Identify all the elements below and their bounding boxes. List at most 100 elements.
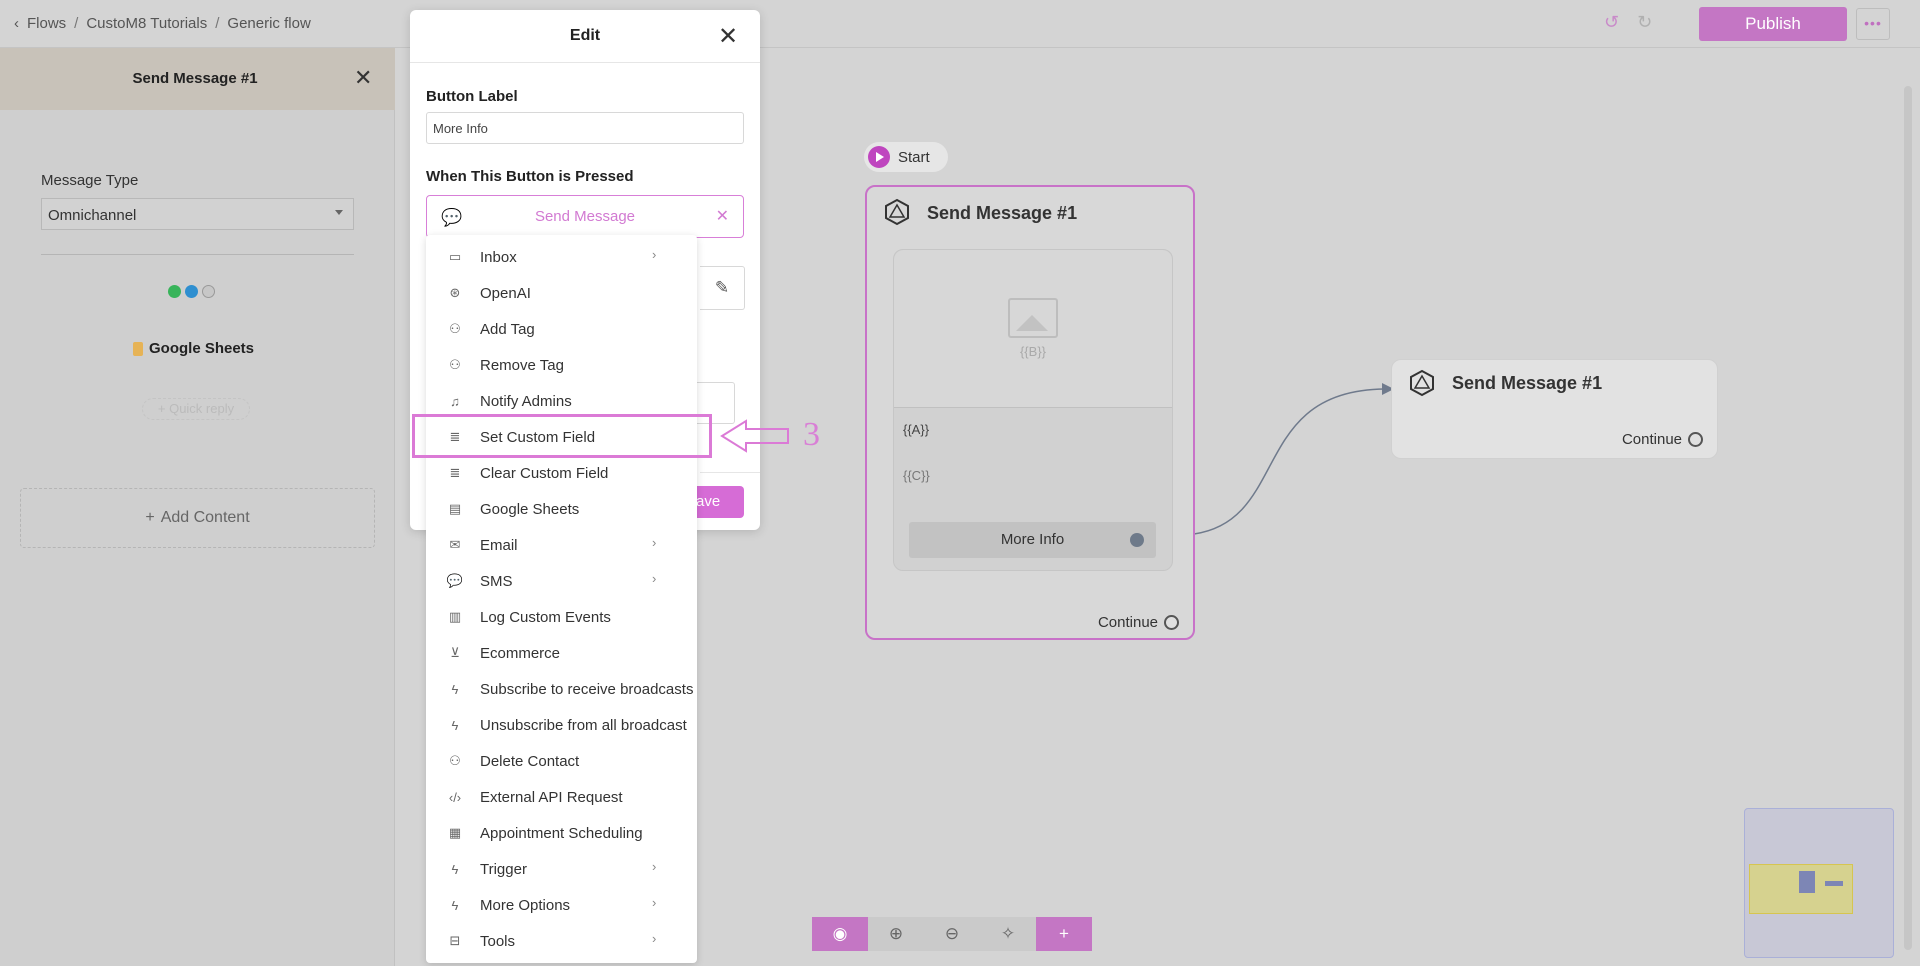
close-icon[interactable]: ✕ xyxy=(718,22,738,51)
divider xyxy=(410,62,760,63)
openai-icon: ⊛ xyxy=(449,285,461,300)
annotation-number: 3 xyxy=(803,416,820,453)
menu-item-ecommerce[interactable]: ⊻ Ecommerce xyxy=(426,635,697,671)
menu-item-label: Add Tag xyxy=(480,320,535,338)
clear-action-icon[interactable]: ✕ xyxy=(716,196,729,237)
minimap-node xyxy=(1825,881,1843,886)
menu-item-remove-tag[interactable]: ⚇ Remove Tag xyxy=(426,347,697,383)
more-info-button[interactable]: More Info xyxy=(909,522,1156,558)
menu-item-label: Tools xyxy=(480,932,516,950)
menu-item-appointment-scheduling[interactable]: ▦ Appointment Scheduling xyxy=(426,815,697,851)
button-label-heading: Button Label xyxy=(426,88,518,105)
node-type-icon xyxy=(885,198,909,226)
menu-item-subscribe-to-receive-broadcasts[interactable]: ϟ Subscribe to receive broadcasts xyxy=(426,671,697,707)
menu-item-sms[interactable]: 💬 SMS › xyxy=(426,563,697,599)
button-connector-handle[interactable] xyxy=(1130,533,1144,547)
scrollbar[interactable] xyxy=(1904,86,1912,950)
menu-item-tools[interactable]: ⊟ Tools › xyxy=(426,923,697,959)
menu-item-label: Subscribe to receive broadcasts xyxy=(480,680,694,698)
node-title: Send Message #1 xyxy=(1452,373,1603,393)
menu-item-label: Remove Tag xyxy=(480,356,564,374)
save-button[interactable]: ave xyxy=(692,486,744,518)
bolt-icon: ϟ xyxy=(451,861,459,877)
minimap-node xyxy=(1799,871,1815,893)
bolt-icon: ϟ xyxy=(451,681,459,697)
selected-action-label: Send Message xyxy=(534,208,636,225)
menu-item-more-options[interactable]: ϟ More Options › xyxy=(426,887,697,923)
delete-contact-icon: ⚇ xyxy=(449,753,461,768)
menu-item-email[interactable]: ✉ Email › xyxy=(426,527,697,563)
sheet-icon: ▤ xyxy=(448,501,462,516)
continue-handle[interactable] xyxy=(1688,432,1703,447)
menu-item-log-custom-events[interactable]: ▥ Log Custom Events xyxy=(426,599,697,635)
menu-item-label: OpenAI xyxy=(480,284,531,302)
menu-item-label: Log Custom Events xyxy=(480,608,611,626)
image-placeholder-icon xyxy=(1008,298,1058,338)
menu-item-label: Appointment Scheduling xyxy=(480,824,643,842)
menu-item-label: Clear Custom Field xyxy=(480,464,609,482)
continue-handle[interactable] xyxy=(1164,615,1179,630)
continue-output: Continue xyxy=(1098,614,1179,631)
zoom-in-icon[interactable]: ⊕ xyxy=(868,917,924,951)
menu-item-inbox[interactable]: ▭ Inbox › xyxy=(426,239,697,275)
menu-item-delete-contact[interactable]: ⚇ Delete Contact xyxy=(426,743,697,779)
menu-item-clear-custom-field[interactable]: ≣ Clear Custom Field xyxy=(426,455,697,491)
menu-item-label: External API Request xyxy=(480,788,623,806)
card-text-a: {{A}} xyxy=(903,422,930,437)
menu-item-openai[interactable]: ⊛ OpenAI xyxy=(426,275,697,311)
menu-item-label: Delete Contact xyxy=(480,752,580,770)
menu-item-label: Notify Admins xyxy=(480,392,572,410)
menu-item-unsubscribe-from-all-broadcast[interactable]: ϟ Unsubscribe from all broadcast xyxy=(426,707,697,743)
magic-layout-icon[interactable]: ✧ xyxy=(980,917,1036,951)
bolt-icon: ϟ xyxy=(451,717,459,733)
chevron-right-icon: › xyxy=(652,247,657,262)
inbox-icon: ▭ xyxy=(448,249,462,264)
menu-item-label: Unsubscribe from all broadcast xyxy=(480,716,687,734)
send-message-node-2[interactable]: Send Message #1 Continue xyxy=(1391,359,1718,459)
chevron-right-icon: › xyxy=(652,895,657,910)
menu-item-label: SMS xyxy=(480,572,513,590)
menu-item-label: Ecommerce xyxy=(480,644,561,662)
chevron-right-icon: › xyxy=(652,571,657,586)
action-dropdown-menu: ▭ Inbox › ⊛ OpenAI ⚇ Add Tag ⚇ Remove Tag ♫ Notify… xyxy=(426,235,697,963)
image-variable: {{B}} xyxy=(1019,344,1047,359)
start-node[interactable]: Start xyxy=(864,142,948,172)
chart-icon: ▥ xyxy=(448,609,462,624)
bolt-icon: ϟ xyxy=(451,897,459,913)
when-pressed-heading: When This Button is Pressed xyxy=(426,168,634,185)
menu-item-label: Inbox xyxy=(480,248,517,266)
play-icon xyxy=(868,146,890,168)
menu-item-google-sheets[interactable]: ▤ Google Sheets xyxy=(426,491,697,527)
node-title: Send Message #1 xyxy=(927,203,1078,223)
calendar-icon: ▦ xyxy=(448,825,462,840)
menu-item-label: More Options xyxy=(480,896,571,914)
start-label: Start xyxy=(898,148,930,166)
eye-icon[interactable]: ◉ xyxy=(812,917,868,951)
mail-icon: ✉ xyxy=(449,537,461,552)
menu-item-label: Email xyxy=(480,536,518,554)
menu-item-add-tag[interactable]: ⚇ Add Tag xyxy=(426,311,697,347)
send-message-node[interactable]: Send Message #1 {{B}} {{A}} {{C}} More I… xyxy=(865,185,1195,640)
modal-title: Edit xyxy=(569,27,601,44)
continue-label: Continue xyxy=(1097,614,1158,631)
code-icon: ‹/› xyxy=(448,789,462,805)
continue-label: Continue xyxy=(1621,431,1682,448)
action-select[interactable]: 💬 Send Message ✕ xyxy=(426,195,744,238)
edit-pencil-icon[interactable]: ✎ xyxy=(700,266,745,310)
menu-item-external-api-request[interactable]: ‹/› External API Request xyxy=(426,779,697,815)
chat-icon: 💬 xyxy=(441,208,463,227)
more-info-label: More Info xyxy=(1000,531,1065,548)
menu-item-trigger[interactable]: ϟ Trigger › xyxy=(426,851,697,887)
bell-icon: ♫ xyxy=(450,393,460,409)
canvas-toolbar: ◉ ⊕ ⊖ ✧ + xyxy=(812,917,1092,951)
add-node-icon[interactable]: + xyxy=(1036,917,1092,951)
database-icon: ≣ xyxy=(449,465,461,480)
remove-tag-icon: ⚇ xyxy=(449,357,461,372)
button-label-input[interactable] xyxy=(426,112,744,144)
minimap[interactable] xyxy=(1744,808,1894,958)
message-card[interactable]: {{B}} {{A}} {{C}} More Info xyxy=(893,249,1173,571)
zoom-out-icon[interactable]: ⊖ xyxy=(924,917,980,951)
sms-icon: 💬 xyxy=(446,573,464,588)
add-tag-icon: ⚇ xyxy=(449,321,461,336)
menu-item-label: Trigger xyxy=(480,860,527,878)
